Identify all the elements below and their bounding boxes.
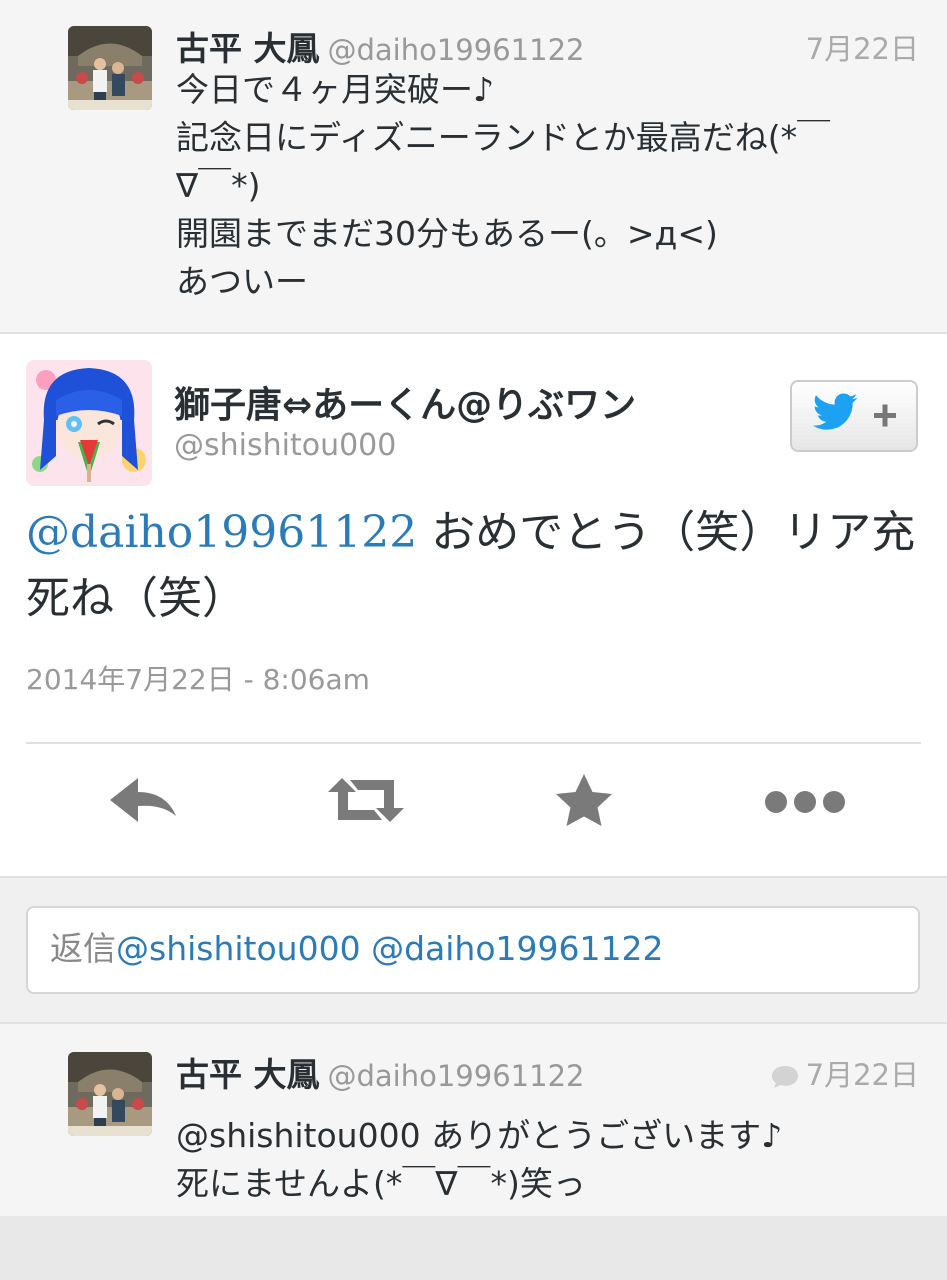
avatar[interactable]: [26, 360, 152, 486]
reply-area: 返信@shishitou000 @daiho19961122: [0, 878, 947, 1022]
tweet-text: @daiho19961122 おめでとう（笑）リア充死ね（笑）: [26, 500, 919, 632]
twitter-bird-plus-icon: [812, 393, 896, 430]
reply-prefix: 返信: [50, 929, 116, 968]
divider: [26, 742, 921, 744]
tweet-timestamp[interactable]: 2014年7月22日 - 8:06am: [26, 658, 370, 698]
tweet-text: 今日で４ヶ月突破ー♪ 記念日にディズニーランドとか最高だね(*￣ ∇￣*) 開園…: [176, 66, 919, 306]
star-icon: [556, 774, 612, 826]
user-name[interactable]: 古平 大鳳: [176, 29, 320, 68]
context-tweet-above[interactable]: 古平 大鳳 @daiho19961122 7月22日 今日で４ヶ月突破ー♪ 記念日…: [0, 0, 947, 334]
tweet-date: 7月22日: [805, 32, 919, 66]
reply-bubble-icon: [771, 1066, 798, 1088]
user-name[interactable]: 獅子唐⇔あーくん@りぶワン: [174, 376, 636, 428]
avatar[interactable]: [68, 1052, 152, 1136]
tweet-line: 死にませんよ(*￣∇￣*)笑っ: [176, 1164, 586, 1203]
tweet-date-wrapper: 7月22日: [770, 1052, 919, 1094]
avatar[interactable]: [68, 26, 152, 110]
more-icon: [765, 791, 845, 813]
tweet-header: 古平 大鳳 @daiho19961122 7月22日: [176, 1048, 919, 1094]
follow-button[interactable]: [790, 380, 918, 452]
user-name[interactable]: 古平 大鳳: [176, 1055, 320, 1094]
tweet-header: 古平 大鳳 @daiho19961122 7月22日: [176, 22, 919, 68]
more-button[interactable]: [760, 770, 850, 830]
user-handle[interactable]: @daiho19961122: [328, 33, 585, 67]
tweet-line: ∇￣*): [176, 166, 261, 205]
reply-button[interactable]: [104, 770, 184, 830]
context-tweet-below[interactable]: 古平 大鳳 @daiho19961122 7月22日 @shishitou000 …: [0, 1022, 947, 1218]
bottom-bar: [0, 1216, 947, 1280]
main-tweet: 獅子唐⇔あーくん@りぶワン @shishitou000 @daiho199611…: [0, 334, 947, 878]
tweet-line: 記念日にディズニーランドとか最高だね(*￣: [176, 118, 831, 157]
tweet-line: あついー: [176, 262, 308, 301]
tweet-line: 今日で４ヶ月突破ー♪: [176, 70, 495, 109]
retweet-button[interactable]: [324, 770, 408, 830]
reply-input[interactable]: 返信@shishitou000 @daiho19961122: [26, 906, 920, 994]
mention-link[interactable]: @daiho19961122: [26, 507, 417, 558]
tweet-text: @shishitou000 ありがとうございます♪ 死にませんよ(*￣∇￣*)笑…: [176, 1112, 919, 1208]
user-handle[interactable]: @daiho19961122: [328, 1059, 585, 1093]
tweet-line: @shishitou000 ありがとうございます♪: [176, 1116, 783, 1155]
tweet-date: 7月22日: [805, 1058, 919, 1092]
user-handle[interactable]: @shishitou000: [174, 428, 396, 463]
retweet-icon: [328, 778, 404, 822]
reply-icon: [110, 778, 176, 822]
favorite-button[interactable]: [544, 770, 624, 830]
reply-mentions: @shishitou000 @daiho19961122: [116, 929, 664, 968]
tweet-line: 開園までまだ30分もあるー(。>д<): [176, 214, 718, 253]
